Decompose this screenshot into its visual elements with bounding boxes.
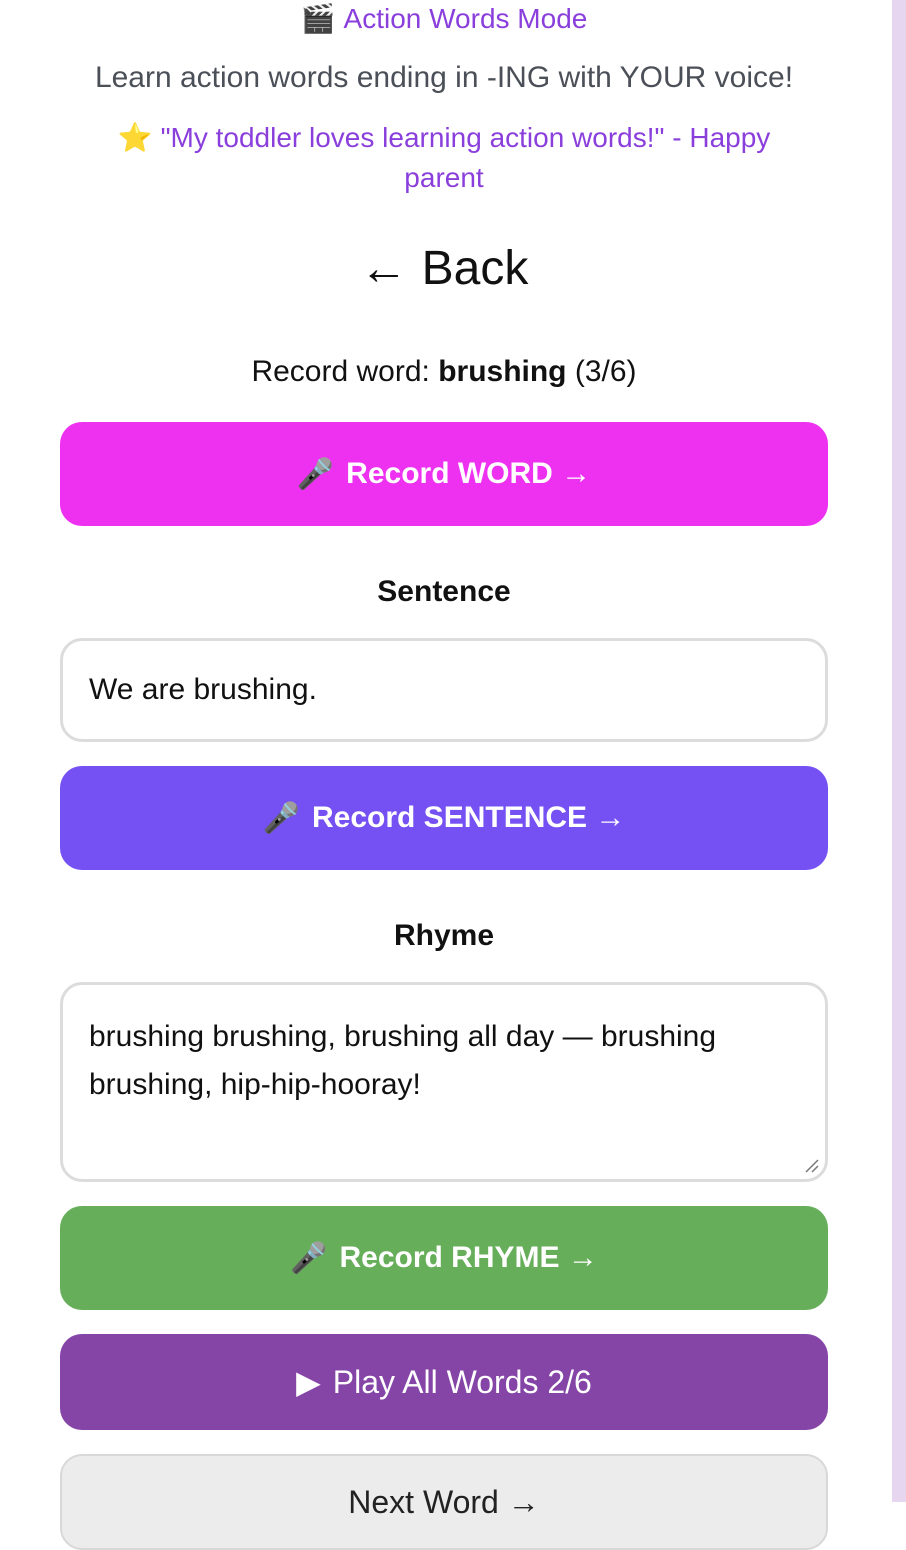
microphone-icon: 🎤 bbox=[290, 1241, 328, 1275]
record-progress: Record word: brushing (3/6) bbox=[0, 352, 888, 392]
back-arrow-icon: ← bbox=[359, 241, 408, 295]
microphone-icon: 🎤 bbox=[296, 457, 335, 491]
subtitle: Learn action words ending in -ING with Y… bbox=[94, 61, 794, 94]
microphone-icon: 🎤 bbox=[262, 801, 300, 835]
record-sentence-label: Record SENTENCE → bbox=[311, 801, 626, 834]
testimonial-text: "My toddler loves learning action words!… bbox=[160, 122, 771, 193]
record-word-button[interactable]: 🎤 Record WORD → bbox=[60, 422, 828, 526]
next-word-label: Next Word → bbox=[348, 1484, 540, 1520]
play-icon: ▶ bbox=[296, 1364, 321, 1400]
scrollbar-track bbox=[892, 0, 906, 1502]
record-progress-prefix: Record word: bbox=[251, 355, 430, 388]
mode-title-text: Action Words Mode bbox=[343, 3, 588, 34]
record-sentence-button[interactable]: 🎤 Record SENTENCE → bbox=[60, 766, 828, 870]
resize-handle-icon[interactable] bbox=[803, 1157, 819, 1173]
sentence-label: Sentence bbox=[377, 575, 511, 608]
rhyme-textarea[interactable]: brushing brushing, brushing all day — br… bbox=[60, 982, 828, 1182]
play-all-label: Play All Words 2/6 bbox=[332, 1363, 592, 1400]
next-word-button[interactable]: Next Word → bbox=[60, 1454, 828, 1550]
back-button[interactable]: ← Back bbox=[344, 236, 544, 300]
record-rhyme-label: Record RHYME → bbox=[339, 1241, 598, 1274]
current-word: brushing bbox=[438, 355, 567, 388]
star-icon: ⭐ bbox=[117, 122, 153, 153]
back-button-label: Back bbox=[421, 241, 529, 295]
record-rhyme-button[interactable]: 🎤 Record RHYME → bbox=[60, 1206, 828, 1310]
rhyme-label: Rhyme bbox=[393, 919, 495, 952]
testimonial: ⭐ "My toddler loves learning action words… bbox=[84, 118, 804, 198]
sentence-field[interactable]: We are brushing. bbox=[60, 638, 828, 742]
record-word-label: Record WORD → bbox=[346, 457, 592, 490]
action-words-page: 🎬 Action Words Mode Learn action words en… bbox=[0, 0, 888, 1550]
clapper-board-icon: 🎬 bbox=[300, 3, 336, 34]
mode-title: 🎬 Action Words Mode bbox=[0, 2, 888, 36]
rhyme-value: brushing brushing, brushing all day — br… bbox=[89, 1020, 717, 1101]
sentence-value: We are brushing. bbox=[89, 673, 317, 706]
play-all-words-button[interactable]: ▶ Play All Words 2/6 bbox=[60, 1334, 828, 1430]
word-count: (3/6) bbox=[574, 355, 637, 388]
